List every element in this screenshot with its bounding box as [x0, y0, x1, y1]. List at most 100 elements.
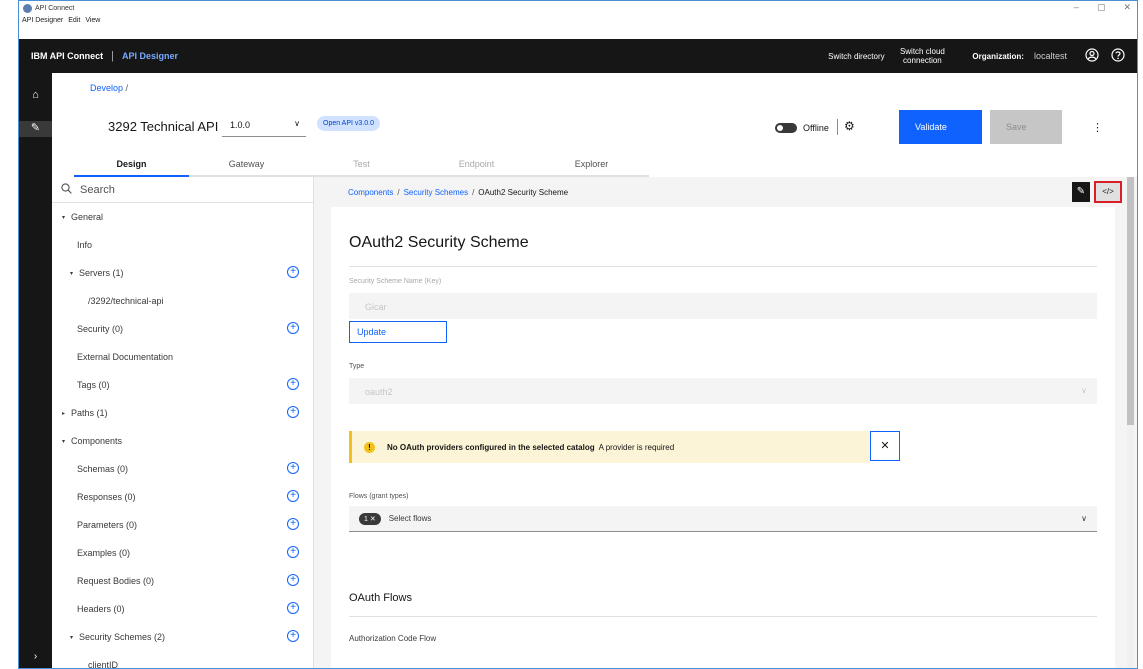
- product-name[interactable]: API Designer: [122, 51, 178, 61]
- brand-name[interactable]: IBM API Connect: [31, 51, 103, 61]
- add-icon[interactable]: +: [287, 406, 299, 418]
- type-value: oauth2: [365, 387, 393, 397]
- switch-directory-link[interactable]: Switch directory: [826, 52, 886, 61]
- sidebar-item[interactable]: Responses (0) +: [52, 483, 313, 511]
- flows-label: Flows (grant types): [349, 493, 409, 500]
- warning-icon: !: [364, 441, 375, 453]
- validate-button[interactable]: Validate: [899, 110, 982, 144]
- sidebar-item-label: General: [71, 212, 104, 222]
- sidebar-item[interactable]: ▾ General: [52, 203, 313, 231]
- add-icon[interactable]: +: [287, 518, 299, 530]
- add-icon[interactable]: +: [287, 266, 299, 278]
- caret-down-icon[interactable]: ▾: [62, 438, 65, 445]
- close-icon[interactable]: ✕: [870, 431, 900, 461]
- caret-right-icon[interactable]: ▸: [62, 410, 65, 417]
- org-selector[interactable]: localtest: [1034, 51, 1067, 61]
- tab-design[interactable]: Design: [74, 153, 189, 177]
- version-select[interactable]: 1.0.0 ∨: [222, 111, 306, 137]
- sidebar-item[interactable]: Schemas (0) +: [52, 455, 313, 483]
- flows-multiselect[interactable]: 1 ✕ Select flows ∨: [349, 506, 1097, 532]
- expand-rail-icon[interactable]: ›: [19, 651, 52, 662]
- develop-edit-icon[interactable]: ✎: [19, 121, 52, 137]
- sidebar-item-label: Examples (0): [77, 548, 131, 558]
- sidebar-item-label: Info: [77, 240, 93, 250]
- sidebar-item[interactable]: External Documentation: [52, 343, 313, 371]
- sidebar-item[interactable]: Parameters (0) +: [52, 511, 313, 539]
- sidebar-item[interactable]: clientID: [52, 651, 313, 669]
- form-title: OAuth2 Security Scheme: [349, 234, 529, 251]
- user-avatar-icon[interactable]: [1079, 47, 1105, 65]
- source-code-icon[interactable]: </>: [1094, 181, 1122, 203]
- breadcrumb-sep: /: [125, 83, 129, 93]
- breadcrumb-develop[interactable]: Develop: [90, 83, 123, 93]
- sidebar-item[interactable]: ▾ Servers (1) +: [52, 259, 313, 287]
- flows-placeholder: Select flows: [388, 514, 432, 523]
- offline-label: Offline: [803, 123, 829, 133]
- chevron-down-icon: ∨: [1081, 386, 1087, 395]
- menu-api-designer[interactable]: API Designer: [22, 17, 63, 24]
- save-button[interactable]: Save: [990, 110, 1062, 144]
- sidebar-item[interactable]: Request Bodies (0) +: [52, 567, 313, 595]
- sidebar-item-label: clientID: [88, 660, 119, 669]
- sidebar-item[interactable]: ▾ Components: [52, 427, 313, 455]
- add-icon[interactable]: +: [287, 490, 299, 502]
- breadcrumb-sep: /: [397, 187, 400, 197]
- tab-endpoint[interactable]: Endpoint: [419, 153, 534, 177]
- scheme-name-label: Security Scheme Name (Key): [349, 278, 442, 285]
- oauth-flows-title: OAuth Flows: [349, 592, 412, 604]
- org-label: Organization:: [972, 51, 1024, 61]
- content-breadcrumb: Components / Security Schemes / OAuth2 S…: [314, 177, 1137, 207]
- add-icon[interactable]: +: [287, 322, 299, 334]
- window-controls: – ▢ ✕: [1074, 2, 1131, 13]
- caret-down-icon[interactable]: ▾: [70, 634, 73, 641]
- sidebar-item[interactable]: Examples (0) +: [52, 539, 313, 567]
- tab-explorer[interactable]: Explorer: [534, 153, 649, 177]
- add-icon[interactable]: +: [287, 574, 299, 586]
- sidebar-item[interactable]: Headers (0) +: [52, 595, 313, 623]
- caret-down-icon[interactable]: ▾: [62, 214, 65, 221]
- type-select[interactable]: oauth2 ∨: [349, 378, 1097, 404]
- switch-cloud-link[interactable]: Switch cloud connection: [886, 47, 958, 65]
- menu-view[interactable]: View: [85, 17, 100, 24]
- search-input[interactable]: Search: [52, 177, 313, 203]
- minimize-button[interactable]: –: [1074, 2, 1079, 13]
- sidebar-item[interactable]: Info: [52, 231, 313, 259]
- add-icon[interactable]: +: [287, 462, 299, 474]
- divider: [837, 119, 838, 135]
- tab-test[interactable]: Test: [304, 153, 419, 177]
- sidebar-item[interactable]: /3292/technical-api: [52, 287, 313, 315]
- home-icon[interactable]: ⌂: [19, 89, 52, 105]
- menu-bar: API Designer Edit View: [19, 15, 1137, 25]
- app-window: API Connect – ▢ ✕ API Designer Edit View…: [18, 0, 1138, 669]
- caret-down-icon[interactable]: ▾: [70, 270, 73, 277]
- header-actions: Switch directory Switch cloud connection…: [826, 39, 1137, 73]
- sidebar-item[interactable]: Tags (0) +: [52, 371, 313, 399]
- add-icon[interactable]: +: [287, 602, 299, 614]
- tab-gateway[interactable]: Gateway: [189, 153, 304, 177]
- sidebar-item-label: Parameters (0): [77, 520, 138, 530]
- add-icon[interactable]: +: [287, 378, 299, 390]
- breadcrumb-components[interactable]: Components: [348, 188, 393, 197]
- breadcrumb-security-schemes[interactable]: Security Schemes: [404, 188, 468, 197]
- overflow-menu-icon[interactable]: ⋮: [1092, 121, 1103, 134]
- auth-code-flow-label: Authorization Code Flow: [349, 634, 437, 643]
- sidebar-item[interactable]: ▾ Security Schemes (2) +: [52, 623, 313, 651]
- sidebar-nav: ▾ General Info ▾ Servers (1) + /3292/technical…: [52, 203, 313, 669]
- window-title: API Connect: [35, 4, 75, 12]
- close-window-button[interactable]: ✕: [1123, 2, 1131, 13]
- offline-toggle[interactable]: [775, 123, 797, 133]
- form-edit-icon[interactable]: ✎: [1072, 182, 1090, 202]
- update-button[interactable]: Update: [349, 321, 447, 343]
- scheme-name-field[interactable]: Gicar: [349, 293, 1097, 319]
- sidebar-item[interactable]: ▸ Paths (1) +: [52, 399, 313, 427]
- sidebar-item[interactable]: Security (0) +: [52, 315, 313, 343]
- help-icon[interactable]: [1105, 47, 1131, 65]
- selection-count-tag[interactable]: 1 ✕: [359, 512, 381, 525]
- menu-edit[interactable]: Edit: [68, 17, 80, 24]
- add-icon[interactable]: +: [287, 630, 299, 642]
- settings-gear-icon[interactable]: ⚙: [844, 119, 855, 133]
- top-breadcrumb: Develop /: [90, 83, 128, 93]
- maximize-button[interactable]: ▢: [1097, 2, 1106, 13]
- scrollbar-thumb[interactable]: [1127, 177, 1134, 425]
- add-icon[interactable]: +: [287, 546, 299, 558]
